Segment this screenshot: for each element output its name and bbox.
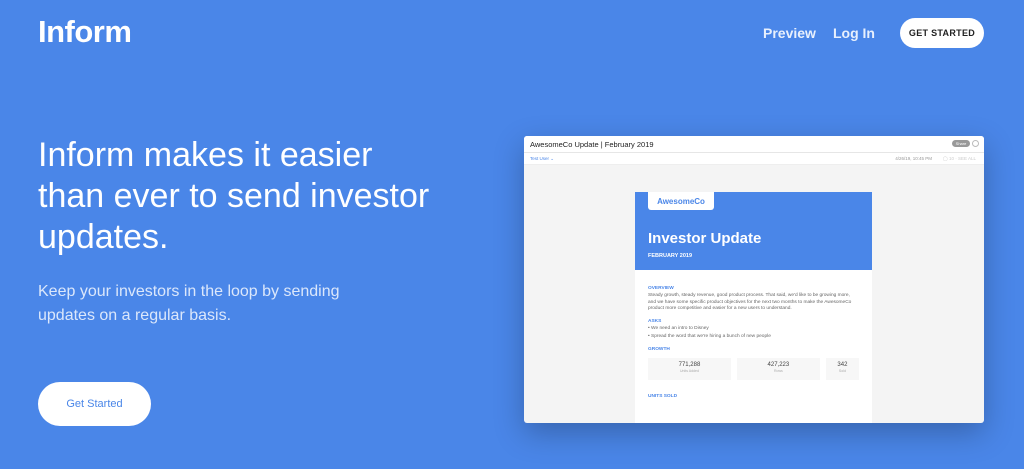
preview-titlebar: AwesomeCo Update | February 2019 Share <box>524 136 984 153</box>
overview-heading: OVERVIEW <box>648 286 674 291</box>
product-preview-window: AwesomeCo Update | February 2019 Share T… <box>524 136 984 423</box>
nav-login-link[interactable]: Log In <box>833 25 875 41</box>
email-date: FEBRUARY 2019 <box>648 253 693 259</box>
stat-label: Units Added <box>680 368 699 373</box>
email-title: Investor Update <box>648 230 762 247</box>
stat-label: Sold <box>838 368 846 373</box>
stat-value: 427,223 <box>767 361 790 368</box>
share-pill: Share <box>952 140 970 147</box>
stat-value: 771,288 <box>678 361 701 368</box>
stat-card: 771,288 Units Added <box>648 357 731 380</box>
hero-title: Inform makes it easier than ever to send… <box>38 136 430 256</box>
get-started-button[interactable]: Get Started <box>38 382 151 426</box>
hero-subtitle: Keep your investors in the loop by sendi… <box>38 283 340 324</box>
preview-window-title: AwesomeCo Update | February 2019 <box>530 139 654 149</box>
asks-heading: ASKS <box>648 318 662 324</box>
preview-date: 4/26/19, 10:45 PM <box>895 156 932 161</box>
stat-label: Rows <box>774 368 783 373</box>
preview-meta-bar: Test User ⌄ 4/26/19, 10:45 PM ◯ 10 · SEE… <box>524 153 984 165</box>
stat-card: 342 Sold <box>825 357 860 380</box>
asks-item: • We need an intro to Disney <box>648 325 709 331</box>
email-body: OVERVIEW Steady growth, steady revenue, … <box>635 270 872 409</box>
brand-tag: AwesomeCo <box>648 192 714 210</box>
preview-user: Test User ⌄ <box>530 155 555 161</box>
logo[interactable]: Inform <box>38 14 132 50</box>
units-heading: UNITS SOLD <box>648 393 678 399</box>
stat-value: 342 <box>837 361 848 368</box>
email-card: AwesomeCo Investor Update FEBRUARY 2019 … <box>635 192 872 423</box>
asks-item: • Spread the word that we're hiring a bu… <box>648 334 771 339</box>
preview-extra: ◯ 10 · SEE ALL <box>942 155 976 161</box>
email-header: AwesomeCo Investor Update FEBRUARY 2019 <box>635 192 872 270</box>
overview-text: Steady growth, steady revenue, good prod… <box>648 293 852 311</box>
nav-preview-link[interactable]: Preview <box>763 25 816 41</box>
growth-heading: GROWTH <box>648 346 670 352</box>
growth-stats: 771,288 Units Added 427,223 Rows 342 Sol… <box>648 357 860 380</box>
stat-card: 427,223 Rows <box>736 357 820 380</box>
circle-icon <box>972 140 979 147</box>
get-started-nav-button[interactable]: GET STARTED <box>900 18 984 48</box>
